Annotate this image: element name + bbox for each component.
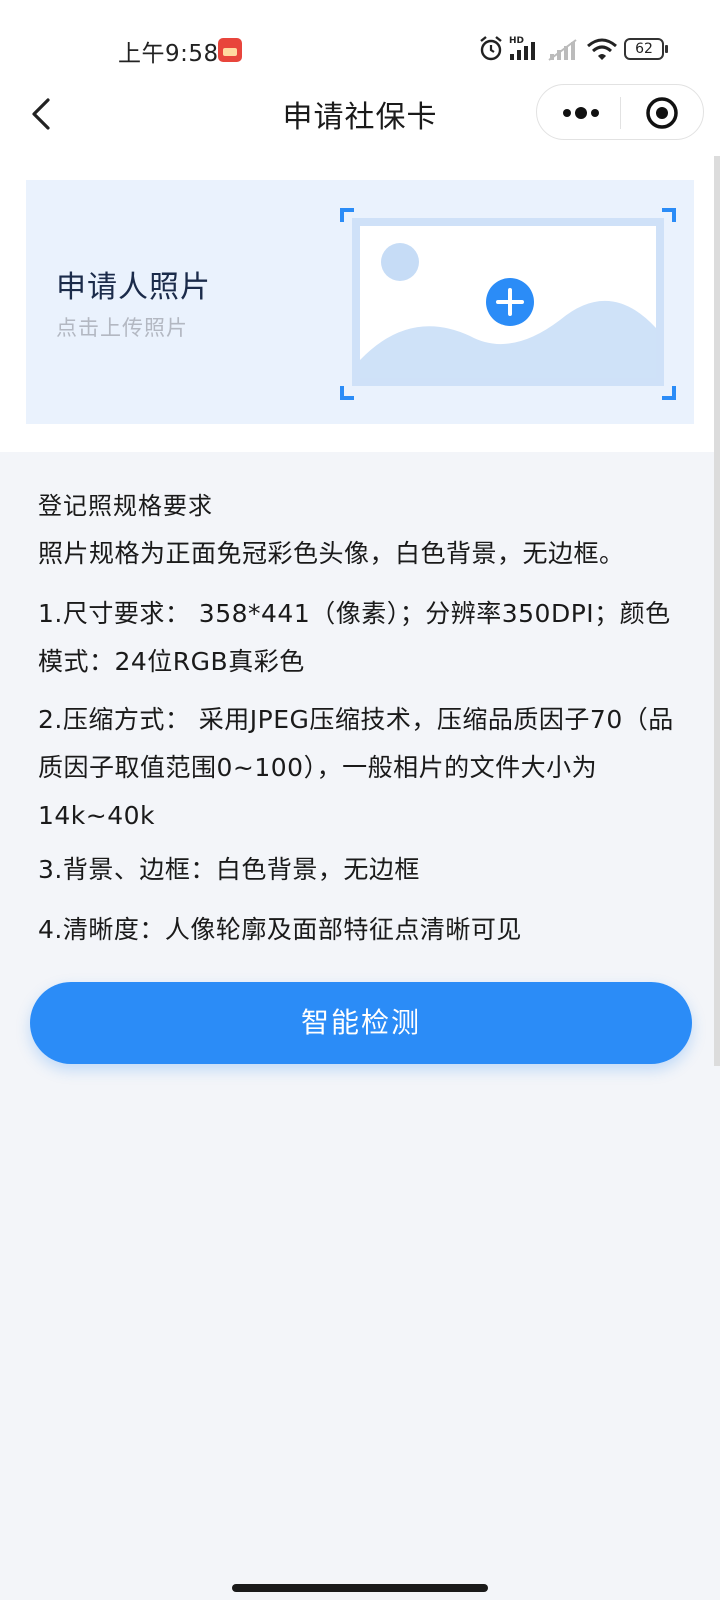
more-dots-icon[interactable] <box>551 93 611 133</box>
image-plus-icon[interactable] <box>340 208 676 400</box>
spec-item-size: 1.尺寸要求： 358*441（像素）；分辨率350DPI；颜色模式：24位RG… <box>38 599 671 676</box>
spec-heading: 登记照规格要求 <box>38 492 213 520</box>
spec-item-compression: 2.压缩方式： 采用JPEG压缩技术，压缩品质因子70（品质因子取值范围0~10… <box>38 705 674 830</box>
mini-program-capsule <box>536 84 704 140</box>
nav-bar: 申请社保卡 <box>0 76 720 156</box>
svg-text:HD: HD <box>509 36 524 46</box>
wifi-icon <box>587 38 617 60</box>
capsule-divider <box>620 97 621 129</box>
alarm-icon <box>480 36 502 61</box>
photo-title: 申请人照片 <box>56 270 211 305</box>
photo-upload-panel[interactable]: 申请人照片 点击上传照片 <box>26 180 694 424</box>
spec-item-clarity: 4.清晰度：人像轮廓及面部特征点清晰可见 <box>38 915 522 944</box>
battery-icon: 62 <box>624 36 670 62</box>
photo-subtitle: 点击上传照片 <box>56 316 188 340</box>
status-time: 上午9:58 <box>118 41 219 67</box>
smart-detect-button[interactable]: 智能检测 <box>30 982 692 1064</box>
app-notification-icon <box>218 38 242 62</box>
battery-level: 62 <box>635 41 653 57</box>
spec-intro: 照片规格为正面免冠彩色头像，白色背景，无边框。 <box>38 539 625 568</box>
signal-secondary-icon <box>548 39 577 61</box>
scrollbar[interactable] <box>714 156 720 1066</box>
spec-item-background: 3.背景、边框：白色背景，无边框 <box>38 855 420 884</box>
photo-card: 申请人照片 点击上传照片 <box>0 156 720 452</box>
home-indicator <box>232 1584 488 1592</box>
target-circle-icon[interactable] <box>637 93 687 133</box>
signal-icon: HD <box>509 36 535 60</box>
